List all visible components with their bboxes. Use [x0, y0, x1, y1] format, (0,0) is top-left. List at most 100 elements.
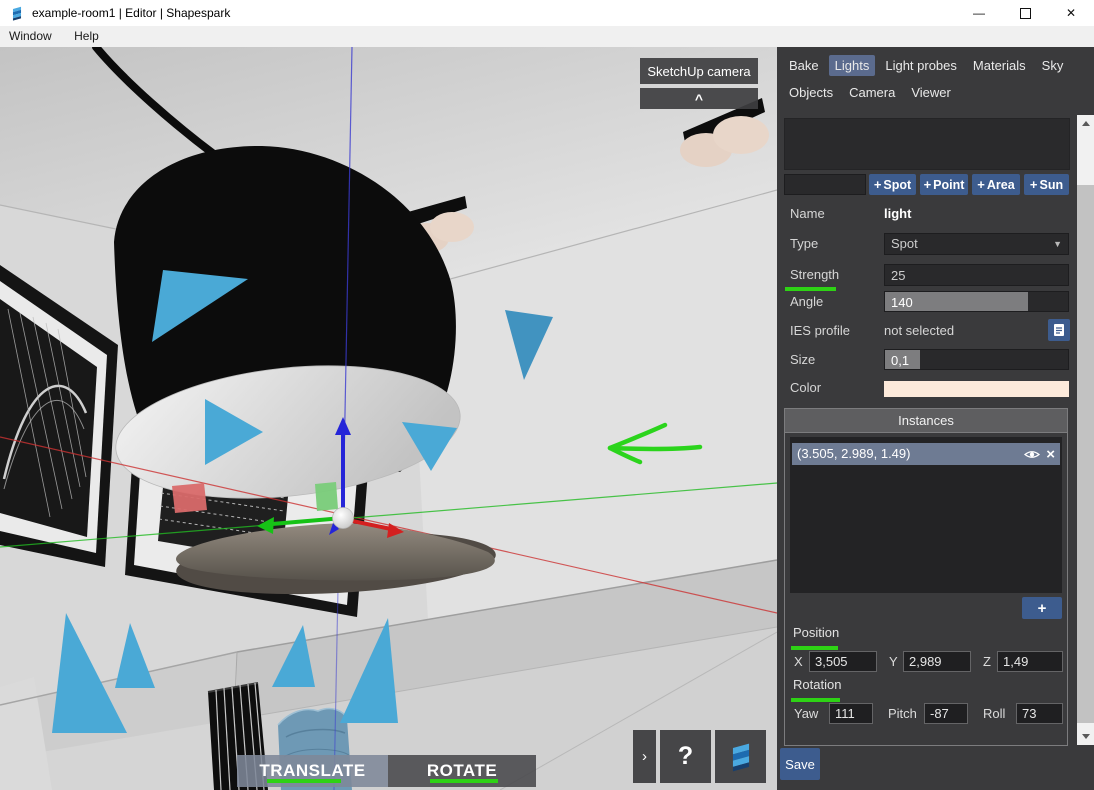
minimize-icon: —: [973, 6, 985, 20]
rotation-yaw-input[interactable]: [829, 703, 873, 724]
lights-list[interactable]: [784, 118, 1070, 170]
gizmo-plane-x[interactable]: [172, 483, 207, 513]
instances-header: Instances: [785, 409, 1067, 433]
rotation-pitch-label: Pitch: [888, 706, 917, 721]
translate-button[interactable]: TRANSLATE: [237, 755, 388, 787]
position-y-input[interactable]: [903, 651, 971, 672]
tab-bar: Bake Lights Light probes Materials Sky O…: [783, 55, 1083, 103]
chevron-up-icon: ^: [695, 94, 703, 104]
angle-slider[interactable]: 140: [884, 291, 1069, 312]
tab-viewer[interactable]: Viewer: [905, 82, 957, 103]
shapespark-logo-icon: [726, 740, 756, 774]
strength-input[interactable]: [884, 264, 1069, 286]
position-x-label: X: [794, 654, 803, 669]
help-button[interactable]: ?: [660, 730, 711, 783]
tab-light-probes[interactable]: Light probes: [879, 55, 963, 76]
panel-expand-button[interactable]: ›: [633, 730, 656, 783]
position-x-input[interactable]: [809, 651, 877, 672]
minimize-button[interactable]: —: [956, 0, 1002, 26]
camera-collapse-button[interactable]: ^: [640, 88, 758, 109]
close-icon: ✕: [1066, 6, 1076, 20]
ies-file-button[interactable]: [1048, 319, 1070, 341]
size-value: 0,1: [891, 353, 909, 368]
angle-label: Angle: [790, 291, 823, 313]
rotation-label: Rotation: [793, 677, 841, 692]
rotation-roll-input[interactable]: [1016, 703, 1063, 724]
instances-list[interactable]: (3.505, 2.989, 1.49) ×: [790, 437, 1062, 593]
menubar: Window Help: [0, 26, 1094, 47]
delete-instance-icon[interactable]: ×: [1046, 447, 1055, 462]
titlebar: example-room1 | Editor | Shapespark — ✕: [0, 0, 1094, 26]
size-slider-fill: 0,1: [885, 350, 920, 369]
tab-materials[interactable]: Materials: [967, 55, 1032, 76]
position-y-label: Y: [889, 654, 898, 669]
instance-row[interactable]: (3.505, 2.989, 1.49) ×: [792, 443, 1060, 465]
add-sun-label: Sun: [1039, 178, 1063, 192]
scrollbar-thumb[interactable]: [1077, 185, 1094, 723]
menu-help[interactable]: Help: [65, 26, 108, 47]
shapespark-logo-icon: [9, 5, 25, 22]
add-area-label: Area: [987, 178, 1015, 192]
chevron-down-icon: ▼: [1053, 234, 1062, 254]
position-modified-underline: [791, 646, 838, 650]
add-point-button[interactable]: +Point: [920, 174, 968, 195]
angle-value: 140: [891, 295, 913, 310]
instances-group: Instances (3.505, 2.989, 1.49) × + Posit…: [784, 408, 1068, 746]
plus-icon: +: [977, 177, 985, 192]
add-spot-label: Spot: [883, 178, 911, 192]
position-label: Position: [793, 625, 839, 640]
gizmo-origin-sphere[interactable]: [333, 508, 354, 529]
tab-objects[interactable]: Objects: [783, 82, 839, 103]
ies-profile-label: IES profile: [790, 320, 850, 342]
new-light-name-input[interactable]: [784, 174, 866, 195]
window-controls: — ✕: [956, 0, 1094, 26]
scene-canvas[interactable]: [0, 47, 777, 790]
tab-lights[interactable]: Lights: [829, 55, 876, 76]
translate-label: TRANSLATE: [259, 761, 365, 781]
plus-icon: +: [924, 177, 932, 192]
tab-sky[interactable]: Sky: [1036, 55, 1070, 76]
maximize-button[interactable]: [1002, 0, 1048, 26]
size-label: Size: [790, 349, 815, 371]
color-label: Color: [790, 377, 821, 399]
rotate-active-underline: [430, 779, 498, 783]
position-z-label: Z: [983, 654, 991, 669]
instance-coordinates: (3.505, 2.989, 1.49): [792, 443, 1024, 465]
shapespark-logo-button[interactable]: [715, 730, 766, 783]
position-z-input[interactable]: [997, 651, 1063, 672]
type-label: Type: [790, 233, 818, 255]
add-spot-button[interactable]: +Spot: [869, 174, 916, 195]
add-instance-button[interactable]: +: [1022, 597, 1062, 619]
panel-scrollbar[interactable]: [1077, 115, 1094, 745]
tab-bake[interactable]: Bake: [783, 55, 825, 76]
rotation-pitch-input[interactable]: [924, 703, 968, 724]
sketchup-camera-button[interactable]: SketchUp camera: [640, 58, 758, 84]
save-button[interactable]: Save: [780, 748, 820, 780]
rotation-roll-label: Roll: [983, 706, 1005, 721]
gizmo-plane-y[interactable]: [315, 482, 338, 511]
window-title: example-room1 | Editor | Shapespark: [32, 0, 230, 26]
scrollbar-down-arrow[interactable]: [1077, 728, 1094, 745]
eye-icon[interactable]: [1024, 449, 1040, 460]
viewport-3d[interactable]: SketchUp camera ^ TRANSLATE ROTATE › ?: [0, 47, 777, 790]
add-area-button[interactable]: +Area: [972, 174, 1020, 195]
scrollbar-up-arrow[interactable]: [1077, 115, 1094, 132]
close-button[interactable]: ✕: [1048, 0, 1094, 26]
tab-camera[interactable]: Camera: [843, 82, 901, 103]
rotate-button[interactable]: ROTATE: [388, 755, 536, 787]
light-name-value: light: [884, 203, 911, 225]
add-sun-button[interactable]: +Sun: [1024, 174, 1069, 195]
type-dropdown[interactable]: Spot ▼: [884, 233, 1069, 255]
type-value: Spot: [891, 236, 918, 251]
color-swatch[interactable]: [884, 381, 1069, 397]
size-slider[interactable]: 0,1: [884, 349, 1069, 370]
plus-icon: +: [1030, 177, 1038, 192]
menu-window[interactable]: Window: [0, 26, 61, 47]
translate-active-underline: [267, 779, 341, 783]
ies-profile-value: not selected: [884, 320, 954, 342]
chevron-right-icon: ›: [642, 748, 647, 765]
angle-slider-fill: 140: [885, 292, 1028, 311]
rotation-modified-underline: [791, 698, 840, 702]
rotate-label: ROTATE: [427, 761, 497, 781]
help-icon: ?: [678, 742, 693, 771]
